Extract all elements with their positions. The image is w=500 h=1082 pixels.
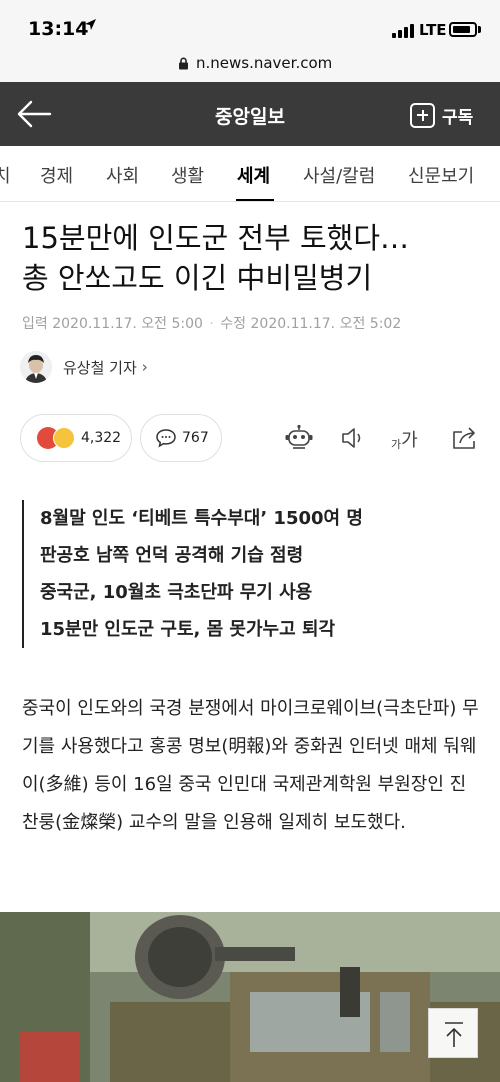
arrow-up-icon (445, 1022, 463, 1047)
article-body: 중국이 인도와의 국경 분쟁에서 마이크로웨이브(극초단파) 무기를 사용했다고… (22, 698, 479, 833)
tab-economy[interactable]: 경제 (40, 162, 73, 188)
location-arrow-icon (85, 19, 96, 30)
input-time: 2020.11.17. 오전 5:00 (52, 316, 203, 332)
chevron-right-icon: › (141, 358, 148, 376)
article-meta: 입력 2020.11.17. 오전 5:00 · 수정 2020.11.17. … (22, 313, 401, 333)
comment-bubble-icon (156, 429, 176, 448)
scroll-top-button[interactable] (428, 1008, 478, 1058)
reporter-avatar (20, 351, 52, 383)
robot-summary-icon[interactable] (284, 424, 314, 452)
battery-tip (478, 26, 481, 33)
summary-line: 8월말 인도 ‘티베트 특수부대’ 1500여 명 (40, 508, 363, 529)
comment-button[interactable]: 767 (140, 414, 222, 462)
person-icon (20, 351, 52, 383)
tab-society[interactable]: 사회 (106, 162, 139, 188)
meta-divider: · (209, 316, 214, 332)
cell-signal-icon (392, 24, 414, 38)
article-headline: 15분만에 인도군 전부 토했다… 총 안쏘고도 이긴 中비밀병기 (22, 218, 482, 298)
summary-line: 판공호 남쪽 언덕 공격해 기습 점령 (40, 545, 304, 566)
status-bar: 13:14 LTE (0, 0, 500, 48)
speaker-icon[interactable] (338, 424, 368, 452)
reaction-button[interactable]: 4,322 (20, 414, 132, 462)
lock-icon (179, 57, 188, 70)
reporter-name: 유상철 기자 (63, 358, 137, 377)
app-header: 중앙일보 구독 (0, 82, 500, 146)
network-type: LTE (419, 21, 447, 39)
smile-emoji-icon (53, 427, 75, 449)
subscribe-button[interactable]: 구독 (410, 101, 473, 129)
modified-label: 수정 (220, 316, 247, 332)
url-text[interactable]: n.news.naver.com (196, 54, 332, 72)
summary-line: 15분만 인도군 구토, 몸 못가누고 퇴각 (40, 619, 336, 640)
font-size-button[interactable]: 가 가 (391, 424, 418, 452)
truck-photo (0, 912, 500, 1082)
summary-line: 중국군, 10월초 극초단파 무기 사용 (40, 582, 313, 603)
reporter-byline[interactable]: 유상철 기자 › (20, 350, 148, 384)
font-small-glyph: 가 (391, 438, 402, 451)
comment-count: 767 (182, 430, 209, 446)
subscribe-label: 구독 (442, 107, 474, 128)
share-icon[interactable] (450, 424, 480, 452)
reaction-count: 4,322 (81, 430, 122, 446)
active-tab-indicator (236, 199, 274, 201)
modified-time: 2020.11.17. 오전 5:02 (250, 316, 402, 332)
headline-line-1: 15분만에 인도군 전부 토했다… (22, 221, 410, 255)
tab-politics[interactable]: 치 (0, 162, 11, 188)
headline-line-2: 총 안쏘고도 이긴 中비밀병기 (22, 261, 373, 295)
input-label: 입력 (22, 316, 48, 332)
tab-life[interactable]: 생활 (171, 162, 204, 188)
url-bar[interactable]: n.news.naver.com (0, 48, 500, 82)
tab-newspaper[interactable]: 신문보기 (408, 162, 474, 188)
category-tabs: 치 경제 사회 생활 세계 사설/칼럼 신문보기 (0, 146, 500, 202)
article-photo (0, 912, 500, 1082)
plus-icon (410, 102, 435, 128)
article-summary: 8월말 인도 ‘티베트 특수부대’ 1500여 명 판공호 남쪽 언덕 공격해 … (22, 500, 462, 648)
font-big-glyph: 가 (401, 430, 418, 451)
tab-opinion[interactable]: 사설/칼럼 (303, 162, 375, 188)
status-time: 13:14 (28, 18, 89, 40)
battery-icon (449, 22, 477, 37)
tab-world[interactable]: 세계 (237, 162, 270, 188)
